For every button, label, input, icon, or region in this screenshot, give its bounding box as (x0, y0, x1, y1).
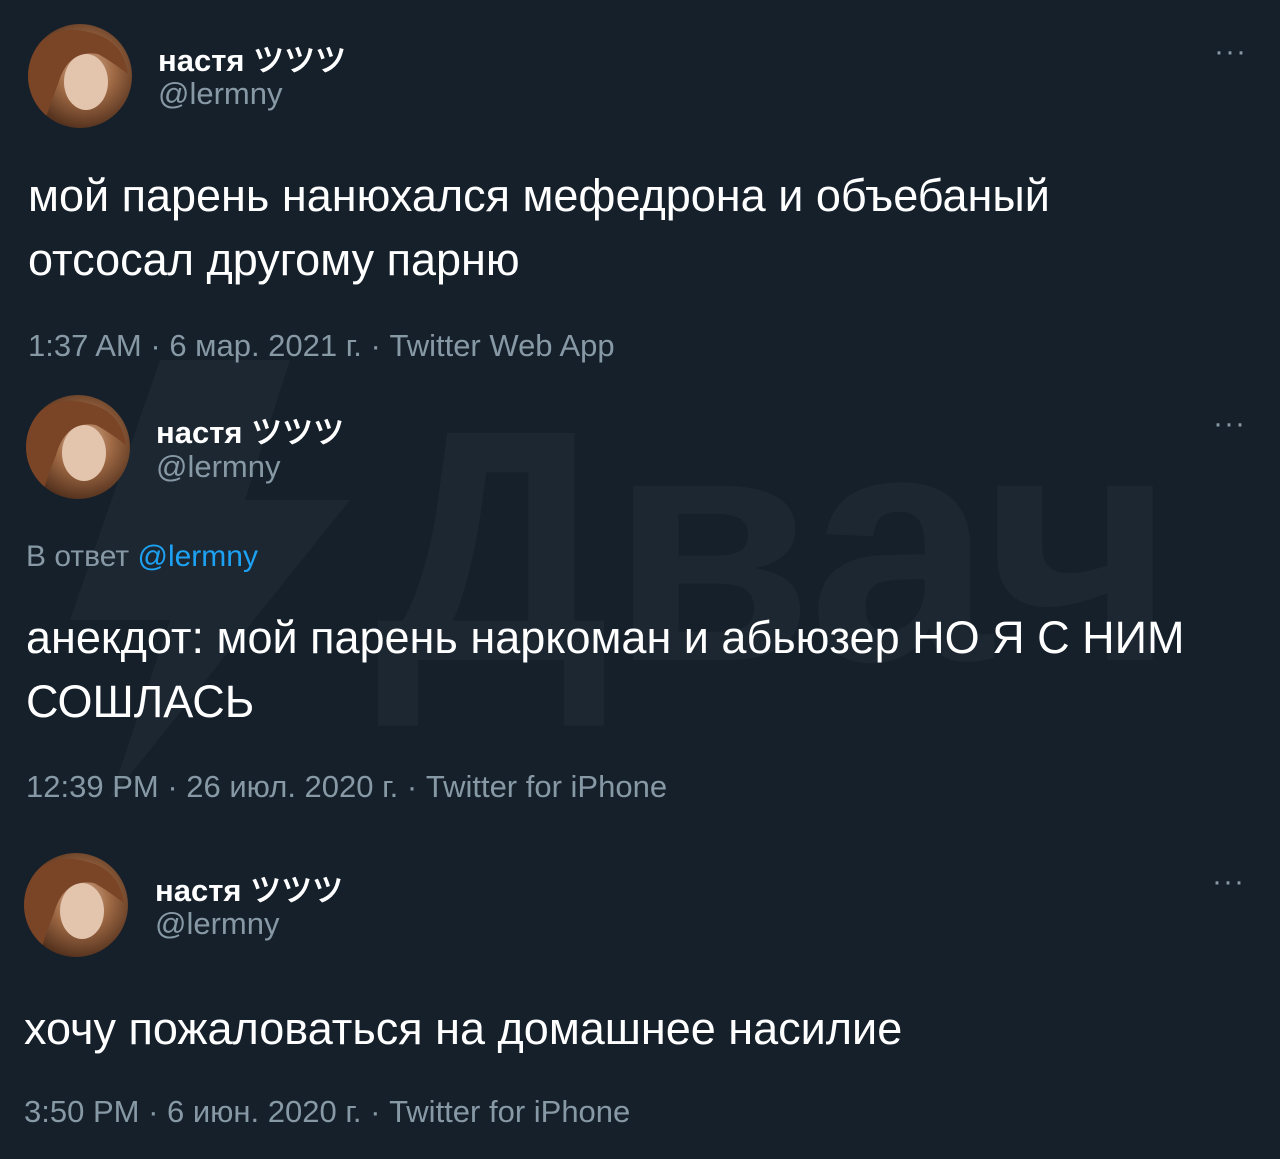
display-name[interactable]: настя ツツツ (158, 35, 346, 80)
tweet-time[interactable]: 1:37 AM (28, 328, 142, 363)
avatar[interactable] (24, 853, 128, 957)
more-options-icon[interactable]: ··· (1212, 867, 1245, 897)
tweet-2: настя ツツツ @lermny ··· В ответ @lermny ан… (0, 380, 1280, 820)
tweet-meta: 12:39 PM · 26 июл. 2020 г. · Twitter for… (26, 769, 667, 805)
user-handle[interactable]: @lermny (158, 76, 282, 112)
tweet-source[interactable]: Twitter for iPhone (426, 769, 667, 804)
tweet-source[interactable]: Twitter for iPhone (389, 1094, 630, 1129)
meta-separator: · (139, 1094, 168, 1129)
tweet-1: настя ツツツ @lermny ··· мой парень нанюхал… (0, 0, 1280, 380)
avatar[interactable] (28, 24, 132, 128)
tweet-source[interactable]: Twitter Web App (389, 328, 614, 363)
reply-to-handle-link[interactable]: @lermny (137, 540, 257, 573)
tweet-text: хочу пожаловаться на домашнее насилие (24, 1003, 903, 1054)
tweet-time[interactable]: 12:39 PM (26, 769, 159, 804)
tweet-text: мой парень нанюхался мефедрона и объебан… (28, 170, 1050, 285)
tweet-3: настя ツツツ @lermny ··· хочу пожаловаться … (0, 840, 1280, 1159)
meta-separator: · (141, 328, 170, 363)
tweet-date[interactable]: 26 июл. 2020 г. (186, 769, 398, 804)
tweet-meta: 3:50 PM · 6 июн. 2020 г. · Twitter for i… (24, 1094, 630, 1130)
display-name[interactable]: настя ツツツ (156, 407, 344, 452)
tweet-date[interactable]: 6 июн. 2020 г. (167, 1094, 361, 1129)
meta-separator: · (398, 769, 426, 804)
meta-separator: · (361, 1094, 390, 1129)
user-handle[interactable]: @lermny (156, 449, 280, 485)
tweet-time[interactable]: 3:50 PM (24, 1094, 139, 1129)
tweet-meta: 1:37 AM · 6 мар. 2021 г. · Twitter Web A… (28, 328, 615, 364)
tweet-text: анекдот: мой парень наркоман и абьюзер Н… (26, 612, 1185, 727)
more-options-icon[interactable]: ··· (1214, 37, 1247, 67)
meta-separator: · (361, 328, 390, 363)
reply-to-prefix: В ответ (26, 540, 138, 573)
more-options-icon[interactable]: ··· (1213, 409, 1246, 439)
meta-separator: · (158, 769, 187, 804)
display-name[interactable]: настя ツツツ (155, 865, 343, 910)
reply-to-label: В ответ @lermny (26, 540, 258, 574)
user-handle[interactable]: @lermny (155, 906, 279, 942)
tweet-date[interactable]: 6 мар. 2021 г. (169, 328, 362, 363)
avatar[interactable] (26, 395, 130, 499)
